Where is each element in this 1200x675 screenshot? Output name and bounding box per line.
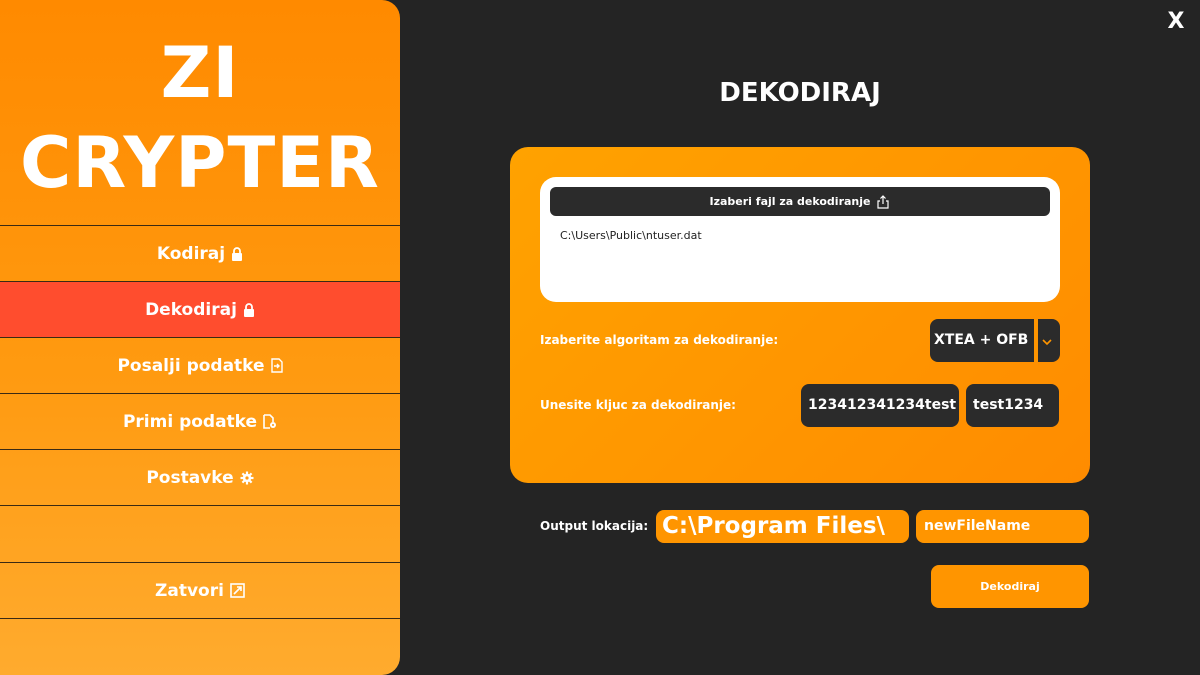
algorithm-value: XTEA + OFB bbox=[934, 332, 1029, 348]
output-filename-input[interactable]: newFileName bbox=[916, 510, 1089, 543]
select-separator bbox=[1034, 319, 1038, 362]
nav-divider bbox=[0, 505, 400, 506]
sidebar-item-zatvori[interactable]: Zatvori bbox=[0, 562, 400, 618]
algorithm-select[interactable]: XTEA + OFB bbox=[930, 319, 1060, 362]
key-label: Unesite kljuc za dekodiranje: bbox=[540, 398, 736, 412]
file-settings-icon bbox=[263, 414, 277, 429]
sidebar-item-label: Kodiraj bbox=[156, 243, 226, 264]
decode-panel: Izaberi fajl za dekodiranje C:\Users\Pub… bbox=[510, 147, 1090, 483]
nav-divider bbox=[0, 618, 400, 619]
sidebar-item-dekodiraj[interactable]: Dekodiraj bbox=[0, 281, 400, 337]
chevron-down-icon bbox=[1042, 333, 1052, 352]
key-input-2[interactable]: test1234 bbox=[966, 384, 1059, 427]
choose-file-button[interactable]: Izaberi fajl za dekodiranje bbox=[550, 187, 1050, 216]
sidebar-item-label: Dekodiraj bbox=[145, 299, 237, 320]
exit-icon bbox=[230, 583, 245, 598]
decode-button[interactable]: Dekodiraj bbox=[931, 565, 1089, 608]
app-logo: ZI CRYPTER bbox=[0, 28, 400, 208]
sidebar-item-label: Posalji podatke bbox=[117, 355, 265, 376]
sidebar-item-postavke[interactable]: Postavke bbox=[0, 449, 400, 505]
algorithm-label: Izaberite algoritam za dekodiranje: bbox=[540, 333, 779, 347]
lock-icon bbox=[231, 246, 243, 261]
close-button[interactable]: X bbox=[1164, 8, 1188, 36]
sidebar-item-posalji-podatke[interactable]: Posalji podatke bbox=[0, 337, 400, 393]
key-input-1[interactable]: 123412341234test bbox=[801, 384, 959, 427]
page-title: DEKODIRAJ bbox=[719, 78, 881, 108]
share-upload-icon bbox=[876, 194, 890, 209]
logo-line-1: ZI bbox=[160, 32, 240, 114]
sidebar-item-primi-podatke[interactable]: Primi podatke bbox=[0, 393, 400, 449]
selected-file-path: C:\Users\Public\ntuser.dat bbox=[560, 229, 702, 242]
lock-icon bbox=[243, 302, 255, 317]
output-location-label: Output lokacija: bbox=[540, 519, 649, 533]
sidebar-item-label: Postavke bbox=[146, 467, 234, 488]
choose-file-label: Izaberi fajl za dekodiranje bbox=[709, 195, 871, 208]
decode-button-label: Dekodiraj bbox=[980, 580, 1040, 593]
gear-icon bbox=[240, 471, 254, 485]
file-export-icon bbox=[270, 358, 283, 373]
sidebar-item-label: Zatvori bbox=[155, 580, 224, 601]
file-selection-box: Izaberi fajl za dekodiranje C:\Users\Pub… bbox=[540, 177, 1060, 302]
sidebar: ZI CRYPTER Kodiraj Dekodiraj Posalji pod… bbox=[0, 0, 400, 675]
sidebar-item-label: Primi podatke bbox=[122, 411, 258, 432]
logo-line-2: CRYPTER bbox=[20, 122, 380, 204]
output-path-input[interactable]: C:\Program Files\ bbox=[656, 510, 909, 543]
sidebar-item-kodiraj[interactable]: Kodiraj bbox=[0, 225, 400, 281]
